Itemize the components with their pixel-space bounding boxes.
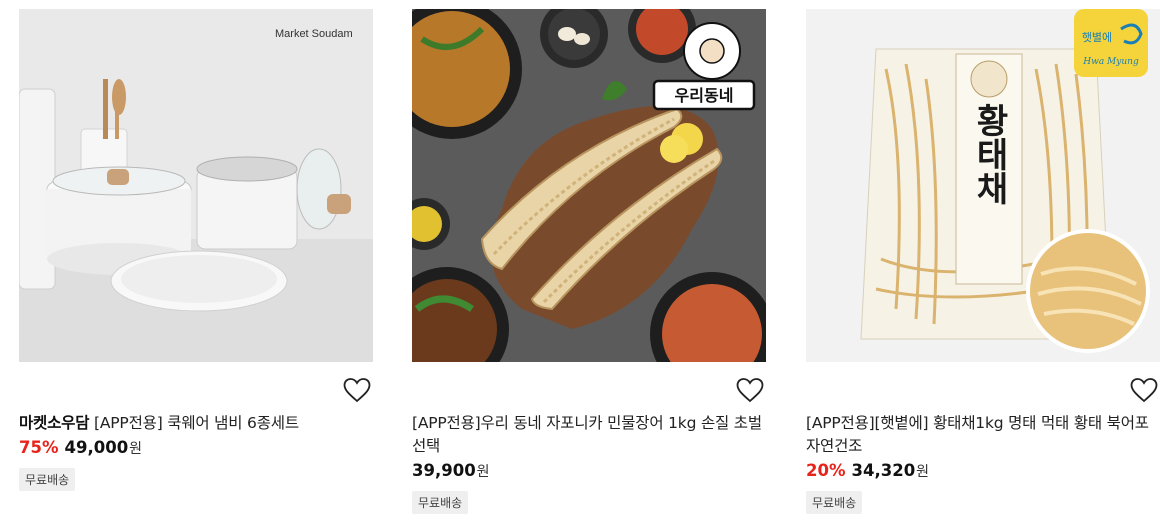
- cookware-image: Market Soudam: [19, 9, 373, 362]
- sale-price: 49,000: [64, 438, 129, 457]
- wishlist-button[interactable]: [736, 377, 764, 403]
- sale-price: 39,900: [412, 461, 476, 480]
- eel-image: 우리동네: [412, 9, 766, 362]
- brand-logo-text: 햇별에: [1082, 31, 1112, 44]
- product-card[interactable]: 황태채 햇별에 Hwa Myung [APP전용][햇볕에] 황태채1kg 명태…: [806, 9, 1160, 514]
- dried-pollack-image: 황태채 햇별에 Hwa Myung: [806, 9, 1160, 362]
- currency-unit: 원: [129, 441, 143, 457]
- currency-unit: 원: [916, 464, 930, 480]
- product-grid: Market Soudam 마켓소우담 [APP전용] 쿡웨어 냄비 6종세트 …: [0, 0, 1175, 519]
- product-brand: 마켓소우담: [19, 414, 90, 432]
- price-row: 20% 34,320 원: [806, 461, 1160, 481]
- free-shipping-badge: 무료배송: [806, 491, 863, 514]
- product-title[interactable]: 마켓소우담 [APP전용] 쿡웨어 냄비 6종세트: [19, 412, 373, 435]
- discount-rate: 20%: [806, 461, 846, 480]
- free-shipping-badge: 무료배송: [19, 468, 76, 491]
- currency-unit: 원: [476, 464, 490, 480]
- wishlist-button[interactable]: [343, 377, 371, 403]
- product-image[interactable]: 우리동네: [412, 9, 766, 362]
- image-caption: 우리동네: [675, 86, 734, 105]
- product-card[interactable]: Market Soudam 마켓소우담 [APP전용] 쿡웨어 냄비 6종세트 …: [19, 9, 373, 491]
- heart-outline-icon: [343, 378, 371, 403]
- free-shipping-badge: 무료배송: [412, 491, 469, 514]
- discount-rate: 75%: [19, 438, 59, 457]
- product-title[interactable]: [APP전용]우리 동네 자포니카 민물장어 1kg 손질 초벌 선택: [412, 412, 766, 458]
- image-caption: 황태채: [969, 103, 1009, 205]
- product-image[interactable]: Market Soudam: [19, 9, 373, 362]
- product-title[interactable]: [APP전용][햇볕에] 황태채1kg 명태 먹태 황태 북어포 자연건조: [806, 412, 1160, 458]
- price-row: 75% 49,000 원: [19, 438, 373, 458]
- sale-price: 34,320: [851, 461, 916, 480]
- product-card[interactable]: 우리동네 [APP전용]우리 동네 자포니카 민물장어 1kg 손질 초벌 선택…: [412, 9, 766, 514]
- brand-logo-subtext: Hwa Myung: [1082, 57, 1139, 67]
- product-name: [APP전용]우리 동네 자포니카 민물장어 1kg 손질 초벌 선택: [412, 414, 762, 455]
- price-row: 39,900 원: [412, 461, 766, 481]
- heart-outline-icon: [1130, 378, 1158, 403]
- heart-outline-icon: [736, 378, 764, 403]
- product-name: [APP전용][햇볕에] 황태채1kg 명태 먹태 황태 북어포 자연건조: [806, 414, 1149, 455]
- image-caption: Market Soudam: [275, 28, 353, 40]
- wishlist-button[interactable]: [1130, 377, 1158, 403]
- product-image[interactable]: 황태채 햇별에 Hwa Myung: [806, 9, 1160, 362]
- product-name: [APP전용] 쿡웨어 냄비 6종세트: [89, 414, 299, 432]
